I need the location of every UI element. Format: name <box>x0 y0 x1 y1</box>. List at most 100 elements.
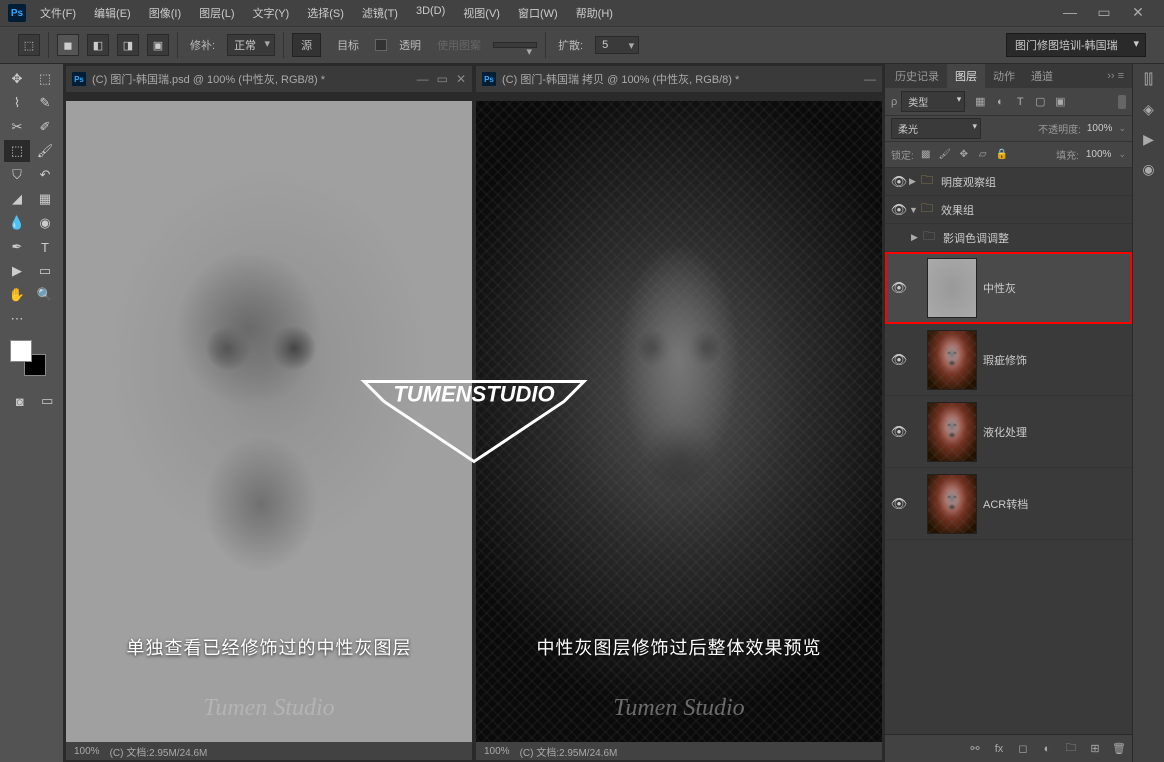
current-tool-icon[interactable]: ⬚ <box>18 34 40 56</box>
filter-shape-icon[interactable]: ▢ <box>1033 95 1047 109</box>
tab-layers[interactable]: 图层 <box>947 64 985 88</box>
expand-arrow-icon[interactable]: ▼ <box>909 205 921 215</box>
menu-3d[interactable]: 3D(D) <box>408 1 453 25</box>
visibility-icon[interactable]: 👁 <box>889 496 909 512</box>
move-tool[interactable]: ✥ <box>4 68 30 90</box>
eyedropper-tool[interactable]: ✐ <box>32 116 58 138</box>
lock-all-icon[interactable]: 🔒 <box>995 148 1009 162</box>
play-panel-icon[interactable]: ▶ <box>1140 130 1158 148</box>
layer-name[interactable]: 中性灰 <box>983 280 1016 296</box>
menu-type[interactable]: 文字(Y) <box>245 1 298 25</box>
blend-mode-select[interactable]: 柔光 <box>891 118 981 139</box>
visibility-icon[interactable]: 👁 <box>889 352 909 368</box>
lock-pixels-icon[interactable]: 🖌 <box>938 148 952 162</box>
patch-tool[interactable]: ⬚ <box>4 140 30 162</box>
visibility-icon[interactable]: 👁 <box>889 202 909 218</box>
target-button[interactable]: 目标 <box>329 34 367 56</box>
layer-thumbnail[interactable] <box>927 474 977 534</box>
lock-artboard-icon[interactable]: ▱ <box>976 148 990 162</box>
menu-filter[interactable]: 滤镜(T) <box>354 1 406 25</box>
selection-add-icon[interactable]: ◧ <box>87 34 109 56</box>
filter-smart-icon[interactable]: ▣ <box>1053 95 1067 109</box>
tab-history[interactable]: 历史记录 <box>887 64 947 88</box>
visibility-icon[interactable]: 👁 <box>889 424 909 440</box>
marquee-tool[interactable]: ⬚ <box>32 68 58 90</box>
lasso-tool[interactable]: ⌇ <box>4 92 30 114</box>
group-name[interactable]: 明度观察组 <box>941 174 996 190</box>
expand-arrow-icon[interactable]: ▶ <box>909 176 921 187</box>
tab-channels[interactable]: 通道 <box>1023 64 1061 88</box>
doc1-minimize[interactable]: ― <box>417 72 429 86</box>
doc2-minimize[interactable]: ― <box>864 72 876 86</box>
layer-neutral-gray[interactable]: 👁 中性灰 <box>885 252 1132 324</box>
foreground-color[interactable] <box>10 340 32 362</box>
blur-tool[interactable]: 💧 <box>4 212 30 234</box>
properties-panel-icon[interactable]: ⫿⫿ <box>1140 70 1158 88</box>
panel-expand-icon[interactable]: ›› ≡ <box>1101 70 1130 82</box>
sub-group[interactable]: ▶ 🗀 影调色调调整 <box>885 224 1132 252</box>
selection-intersect-icon[interactable]: ▣ <box>147 34 169 56</box>
filter-adjust-icon[interactable]: ◐ <box>993 95 1007 109</box>
layer-acr[interactable]: 👁 ACR转档 <box>885 468 1132 540</box>
opacity-value[interactable]: 100% <box>1085 123 1115 134</box>
doc2-zoom[interactable]: 100% <box>484 746 510 757</box>
layer-liquify[interactable]: 👁 液化处理 <box>885 396 1132 468</box>
lock-position-icon[interactable]: ✥ <box>957 148 971 162</box>
type-tool[interactable]: T <box>32 236 58 258</box>
stamp-tool[interactable]: ⛉ <box>4 164 30 186</box>
subgroup-name[interactable]: 影调色调调整 <box>943 230 1009 246</box>
quick-select-tool[interactable]: ✎ <box>32 92 58 114</box>
transparent-checkbox[interactable] <box>375 39 387 51</box>
minimize-button[interactable]: ― <box>1060 6 1080 20</box>
new-group-icon[interactable]: 🗀 <box>1064 742 1078 756</box>
doc1-close[interactable]: ✕ <box>456 72 466 86</box>
visibility-icon[interactable]: 👁 <box>889 174 909 190</box>
menu-file[interactable]: 文件(F) <box>32 1 84 25</box>
filter-type-icon[interactable]: T <box>1013 95 1027 109</box>
layer-thumbnail[interactable] <box>927 330 977 390</box>
close-button[interactable]: ✕ <box>1128 6 1148 20</box>
layer-name[interactable]: 瑕疵修饰 <box>983 352 1027 368</box>
zoom-tool[interactable]: 🔍 <box>32 284 58 306</box>
repair-mode-select[interactable]: 正常 <box>227 34 275 56</box>
fill-value[interactable]: 100% <box>1084 149 1114 160</box>
workspace-select[interactable]: 图门修图培训-韩国瑞 <box>1006 33 1146 57</box>
hand-tool[interactable]: ✋ <box>4 284 30 306</box>
group-name[interactable]: 效果组 <box>941 202 974 218</box>
filter-type-select[interactable]: 类型 <box>901 91 965 112</box>
eraser-tool[interactable]: ◢ <box>4 188 30 210</box>
selection-subtract-icon[interactable]: ◨ <box>117 34 139 56</box>
filter-pixel-icon[interactable]: ▦ <box>973 95 987 109</box>
menu-help[interactable]: 帮助(H) <box>568 1 621 25</box>
menu-image[interactable]: 图像(I) <box>141 1 189 25</box>
selection-new-icon[interactable]: ◼ <box>57 34 79 56</box>
visibility-icon[interactable]: 👁 <box>889 280 909 296</box>
layers-list[interactable]: 👁 ▶ 🗀 明度观察组 👁 ▼ 🗀 效果组 ▶ 🗀 影调色调调整 <box>885 168 1132 734</box>
pen-tool[interactable]: ✒ <box>4 236 30 258</box>
layer-name[interactable]: 液化处理 <box>983 424 1027 440</box>
layer-blemish[interactable]: 👁 瑕疵修饰 <box>885 324 1132 396</box>
tab-actions[interactable]: 动作 <box>985 64 1023 88</box>
menu-layer[interactable]: 图层(L) <box>191 1 242 25</box>
gradient-tool[interactable]: ▦ <box>32 188 58 210</box>
color-swatches[interactable] <box>10 340 46 376</box>
layer-group-2[interactable]: 👁 ▼ 🗀 效果组 <box>885 196 1132 224</box>
brush-tool[interactable]: 🖌 <box>32 140 58 162</box>
lock-transparent-icon[interactable]: ▩ <box>919 148 933 162</box>
delete-layer-icon[interactable]: 🗑 <box>1112 742 1126 756</box>
layer-group-1[interactable]: 👁 ▶ 🗀 明度观察组 <box>885 168 1132 196</box>
history-brush-tool[interactable]: ↶ <box>32 164 58 186</box>
filter-toggle[interactable] <box>1118 95 1126 109</box>
crop-tool[interactable]: ✂ <box>4 116 30 138</box>
shape-tool[interactable]: ▭ <box>32 260 58 282</box>
menu-edit[interactable]: 编辑(E) <box>86 1 139 25</box>
layer-thumbnail[interactable] <box>927 402 977 462</box>
edit-toolbar[interactable]: ⋯ <box>4 308 30 330</box>
quickmask-tool[interactable]: ◙ <box>8 390 32 412</box>
dodge-tool[interactable]: ◉ <box>32 212 58 234</box>
expand-arrow-icon[interactable]: ▶ <box>911 232 923 243</box>
layer-name[interactable]: ACR转档 <box>983 496 1028 512</box>
layers-panel-icon[interactable]: ◈ <box>1140 100 1158 118</box>
adjustment-layer-icon[interactable]: ◐ <box>1040 742 1054 756</box>
layer-mask-icon[interactable]: ◻ <box>1016 742 1030 756</box>
